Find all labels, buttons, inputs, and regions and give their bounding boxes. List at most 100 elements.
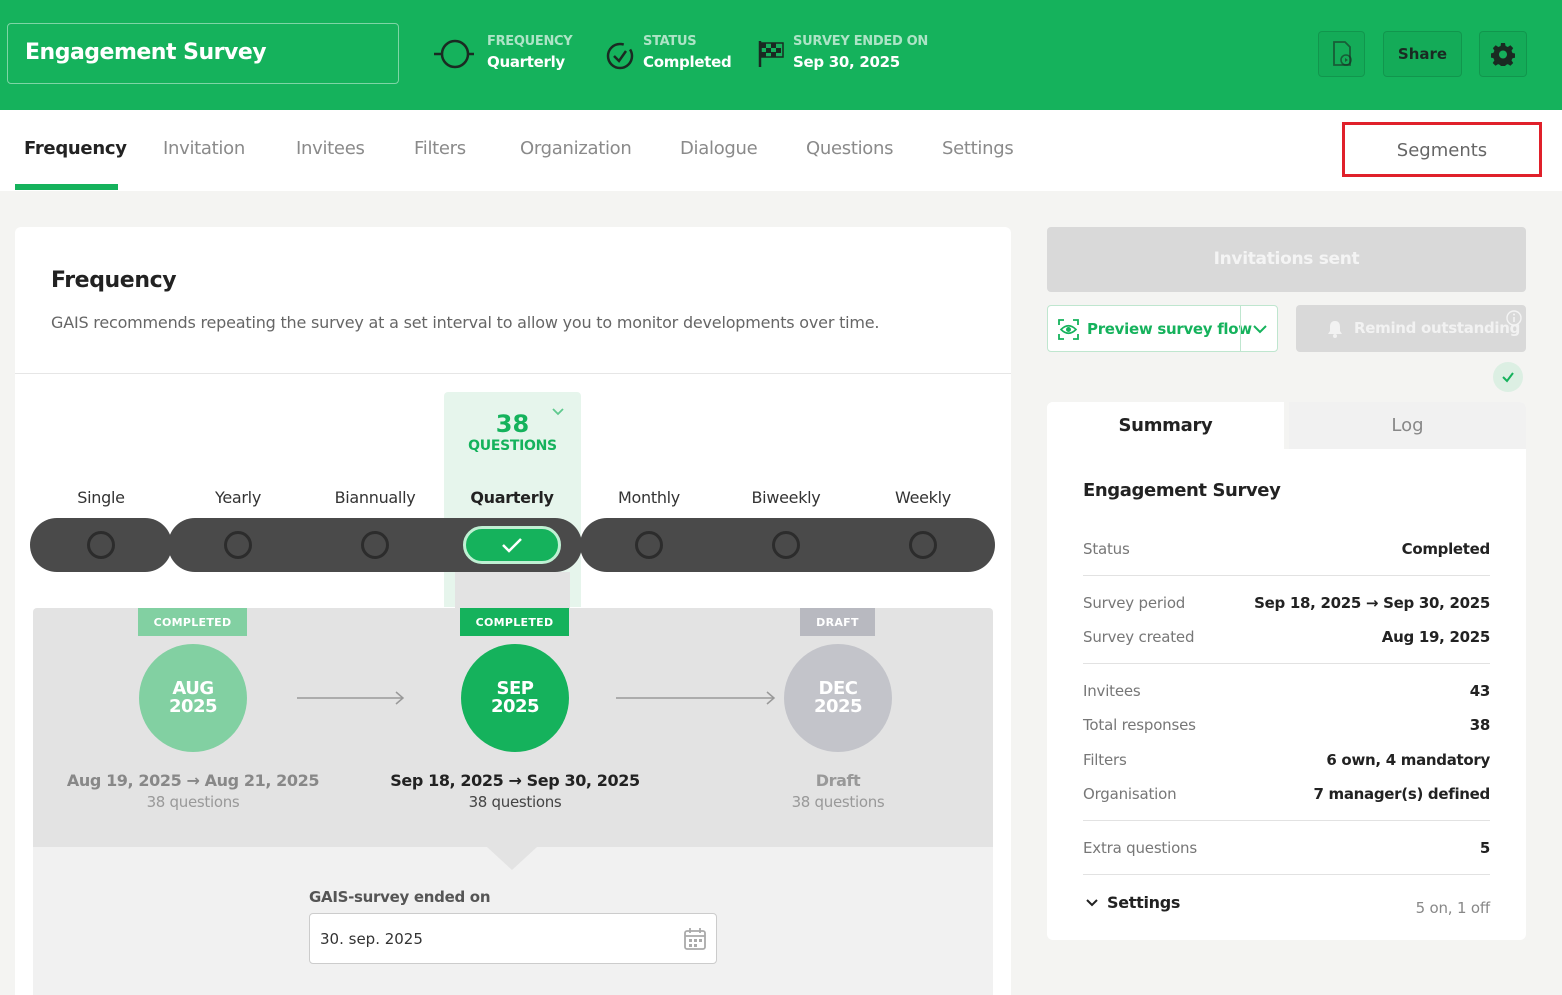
summary-key: Organisation bbox=[1083, 785, 1177, 803]
radio-yearly[interactable] bbox=[224, 531, 252, 559]
meta-ended: SURVEY ENDED ON Sep 30, 2025 bbox=[757, 34, 937, 78]
radio-biannually[interactable] bbox=[361, 531, 389, 559]
timeline-range: Draft bbox=[815, 771, 861, 790]
summary-key: Invitees bbox=[1083, 682, 1141, 700]
status-badge: DRAFT bbox=[800, 608, 875, 636]
arrow-right-icon bbox=[297, 691, 405, 705]
finish-flag-icon bbox=[758, 41, 784, 67]
freq-option-yearly[interactable]: Yearly bbox=[168, 488, 308, 507]
tab-bar: Frequency Invitation Invitees Filters Or… bbox=[0, 110, 1562, 191]
radio-monthly[interactable] bbox=[635, 531, 663, 559]
timeline-circle-sep[interactable]: SEP 2025 bbox=[461, 644, 569, 752]
timeline-pointer bbox=[487, 847, 537, 870]
timeline-connector bbox=[455, 572, 570, 608]
document-preview-button[interactable] bbox=[1318, 31, 1365, 77]
summary-value: 6 own, 4 mandatory bbox=[1326, 751, 1490, 769]
status-check-icon bbox=[1493, 362, 1523, 392]
tab-settings[interactable]: Settings bbox=[942, 138, 1014, 159]
radio-single[interactable] bbox=[87, 531, 115, 559]
tab-invitation[interactable]: Invitation bbox=[163, 138, 245, 159]
survey-title-box[interactable]: Engagement Survey bbox=[7, 23, 399, 84]
info-icon[interactable] bbox=[1506, 310, 1522, 326]
freq-option-single[interactable]: Single bbox=[31, 488, 171, 507]
calendar-icon[interactable] bbox=[684, 928, 706, 950]
timeline-questions: 38 questions bbox=[468, 793, 562, 811]
summary-row: Survey period Sep 18, 2025 → Sep 30, 202… bbox=[1083, 594, 1490, 614]
bell-icon bbox=[1328, 321, 1342, 338]
arrow-right-icon bbox=[616, 691, 776, 705]
tab-segments[interactable]: Segments bbox=[1342, 122, 1542, 177]
preview-survey-flow-button[interactable]: Preview survey flow bbox=[1047, 305, 1278, 352]
freq-option-quarterly[interactable]: Quarterly bbox=[442, 488, 582, 507]
tab-questions[interactable]: Questions bbox=[806, 138, 893, 159]
meta-value: Quarterly bbox=[487, 53, 565, 71]
summary-row: Survey created Aug 19, 2025 bbox=[1083, 628, 1490, 648]
divider bbox=[1083, 663, 1490, 664]
settings-expander[interactable]: Settings 5 on, 1 off bbox=[1083, 893, 1491, 917]
summary-row: Filters 6 own, 4 mandatory bbox=[1083, 751, 1490, 771]
tab-invitees[interactable]: Invitees bbox=[296, 138, 365, 159]
radio-biweekly[interactable] bbox=[772, 531, 800, 559]
circle-year: 2025 bbox=[168, 696, 218, 717]
summary-row: Invitees 43 bbox=[1083, 682, 1490, 702]
frequency-icon bbox=[434, 39, 474, 69]
freq-option-biweekly[interactable]: Biweekly bbox=[716, 488, 856, 507]
eye-preview-icon bbox=[1058, 319, 1079, 340]
tab-log-label: Log bbox=[1391, 415, 1424, 436]
date-value: 30. sep. 2025 bbox=[320, 930, 423, 948]
tab-organization[interactable]: Organization bbox=[520, 138, 632, 159]
frequency-card: Frequency GAIS recommends repeating the … bbox=[15, 227, 1011, 995]
ended-on-label: GAIS-survey ended on bbox=[309, 888, 491, 906]
preview-label: Preview survey flow bbox=[1087, 320, 1252, 338]
summary-value: 5 bbox=[1479, 839, 1490, 857]
summary-value: 38 bbox=[1469, 716, 1491, 734]
document-play-icon bbox=[1332, 41, 1352, 66]
timeline-range: Sep 18, 2025 → Sep 30, 2025 bbox=[390, 771, 640, 790]
freq-option-monthly[interactable]: Monthly bbox=[579, 488, 719, 507]
summary-panel: Summary Log Engagement Survey Status Com… bbox=[1047, 402, 1526, 940]
top-header: Engagement Survey FREQUENCY Quarterly ST… bbox=[0, 0, 1562, 110]
remind-outstanding-button[interactable]: Remind outstanding bbox=[1296, 305, 1526, 352]
divider bbox=[1083, 575, 1490, 576]
tab-filters[interactable]: Filters bbox=[414, 138, 466, 159]
frequency-description: GAIS recommends repeating the survey at … bbox=[51, 313, 880, 332]
summary-key: Extra questions bbox=[1083, 839, 1197, 857]
tab-dialogue[interactable]: Dialogue bbox=[680, 138, 758, 159]
share-button[interactable]: Share bbox=[1383, 31, 1462, 77]
divider bbox=[1083, 874, 1490, 875]
chevron-down-icon[interactable] bbox=[1252, 322, 1268, 336]
tab-summary[interactable]: Summary bbox=[1047, 402, 1284, 449]
summary-row: Status Completed bbox=[1083, 540, 1490, 560]
summary-key: Status bbox=[1083, 540, 1130, 558]
meta-status: STATUS Completed bbox=[606, 34, 736, 78]
active-tab-indicator bbox=[15, 184, 118, 190]
timeline-circle-dec[interactable]: DEC 2025 bbox=[784, 644, 892, 752]
chevron-down-icon bbox=[1086, 899, 1098, 907]
summary-value: Aug 19, 2025 bbox=[1381, 628, 1491, 646]
settings-value: 5 on, 1 off bbox=[1415, 899, 1491, 917]
remind-label: Remind outstanding bbox=[1354, 319, 1521, 337]
summary-title: Engagement Survey bbox=[1083, 480, 1281, 501]
tab-frequency[interactable]: Frequency bbox=[24, 138, 127, 159]
tab-log[interactable]: Log bbox=[1289, 402, 1526, 449]
freq-option-weekly[interactable]: Weekly bbox=[853, 488, 993, 507]
button-separator bbox=[1240, 306, 1241, 351]
status-badge: COMPLETED bbox=[138, 608, 247, 636]
timeline-circle-aug[interactable]: AUG 2025 bbox=[139, 644, 247, 752]
settings-button[interactable] bbox=[1479, 31, 1527, 77]
radio-quarterly-selected[interactable] bbox=[463, 526, 561, 564]
circle-year: 2025 bbox=[813, 696, 863, 717]
freq-option-biannually[interactable]: Biannually bbox=[305, 488, 445, 507]
invitations-sent-button[interactable]: Invitations sent bbox=[1047, 227, 1526, 292]
divider bbox=[15, 373, 1011, 374]
gear-icon bbox=[1491, 43, 1515, 66]
meta-frequency: FREQUENCY Quarterly bbox=[434, 34, 584, 78]
frequency-title: Frequency bbox=[51, 268, 177, 293]
meta-value: Completed bbox=[643, 53, 732, 71]
ended-on-date-input[interactable]: 30. sep. 2025 bbox=[309, 913, 717, 964]
radio-weekly[interactable] bbox=[909, 531, 937, 559]
check-icon bbox=[502, 538, 522, 553]
questions-label: QUESTIONS bbox=[468, 438, 557, 454]
timeline-questions: 38 questions bbox=[146, 793, 240, 811]
summary-value: 7 manager(s) defined bbox=[1313, 785, 1490, 803]
